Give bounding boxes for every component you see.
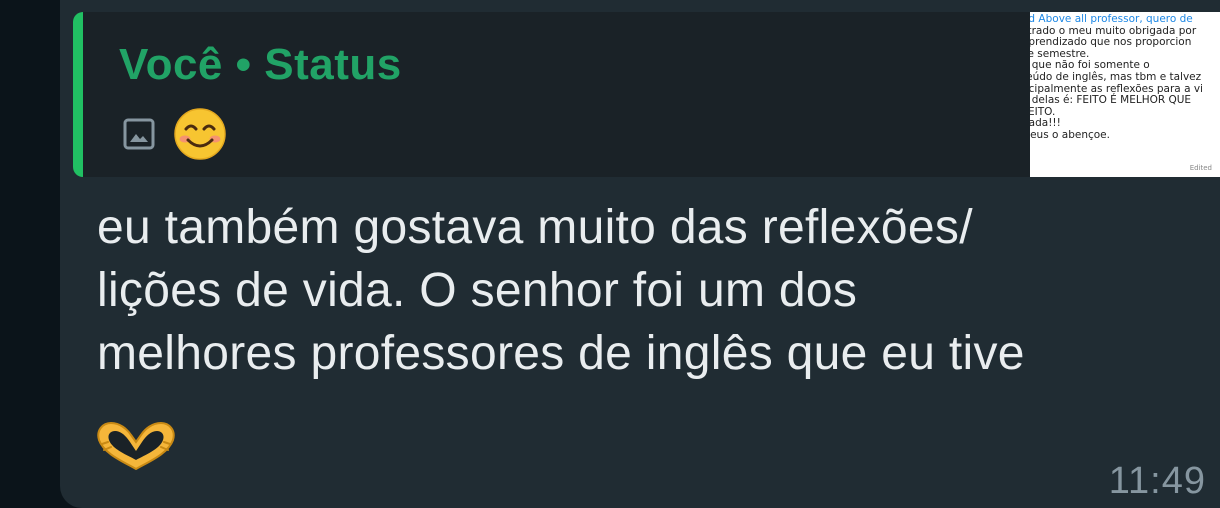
quoted-status-reply[interactable]: Você • Status od Above all professor, qu… (73, 12, 1220, 177)
thumbnail-edited-label: Edited (1189, 164, 1212, 172)
thumb-line: FEITO. (1030, 105, 1056, 118)
thumb-line: se semestre. (1030, 47, 1090, 60)
thumb-line: aprendizado que nos proporcion (1030, 36, 1192, 49)
message-timestamp: 11:49 (1108, 460, 1206, 502)
heart-hands-emoji (97, 421, 175, 471)
thumb-line: Deus o abençoe. (1030, 128, 1110, 141)
quoted-author: Você • Status (119, 40, 402, 89)
quoted-media-row (123, 107, 227, 161)
thumb-line: gada!!! (1030, 117, 1061, 130)
smiling-face-emoji (174, 108, 226, 160)
thumb-line: a que não foi somente o (1030, 59, 1150, 72)
message-line: eu também gostava muito das reflexões/ (97, 201, 973, 254)
thumb-line: ncipalmente as reflexões para a vi (1030, 82, 1203, 95)
quote-accent-bar (73, 12, 83, 177)
thumb-line: strado o meu muito obrigada por (1030, 24, 1197, 37)
thumb-line: a delas é: FEITO É MELHOR QUE (1030, 94, 1192, 107)
thumb-line: teúdo de inglês, mas tbm e talvez (1030, 70, 1202, 83)
status-thumbnail[interactable]: od Above all professor, quero de strado … (1030, 12, 1220, 177)
message-line: lições de vida. O senhor foi um dos (97, 264, 858, 317)
message-text: eu também gostava muito das reflexões/ l… (97, 196, 1197, 385)
message-line: melhores professores de inglês que eu ti… (97, 327, 1025, 380)
thumbnail-text: od Above all professor, quero de strado … (1030, 13, 1220, 142)
thumb-line: od Above all professor, quero de (1030, 13, 1193, 25)
image-icon (123, 118, 155, 150)
